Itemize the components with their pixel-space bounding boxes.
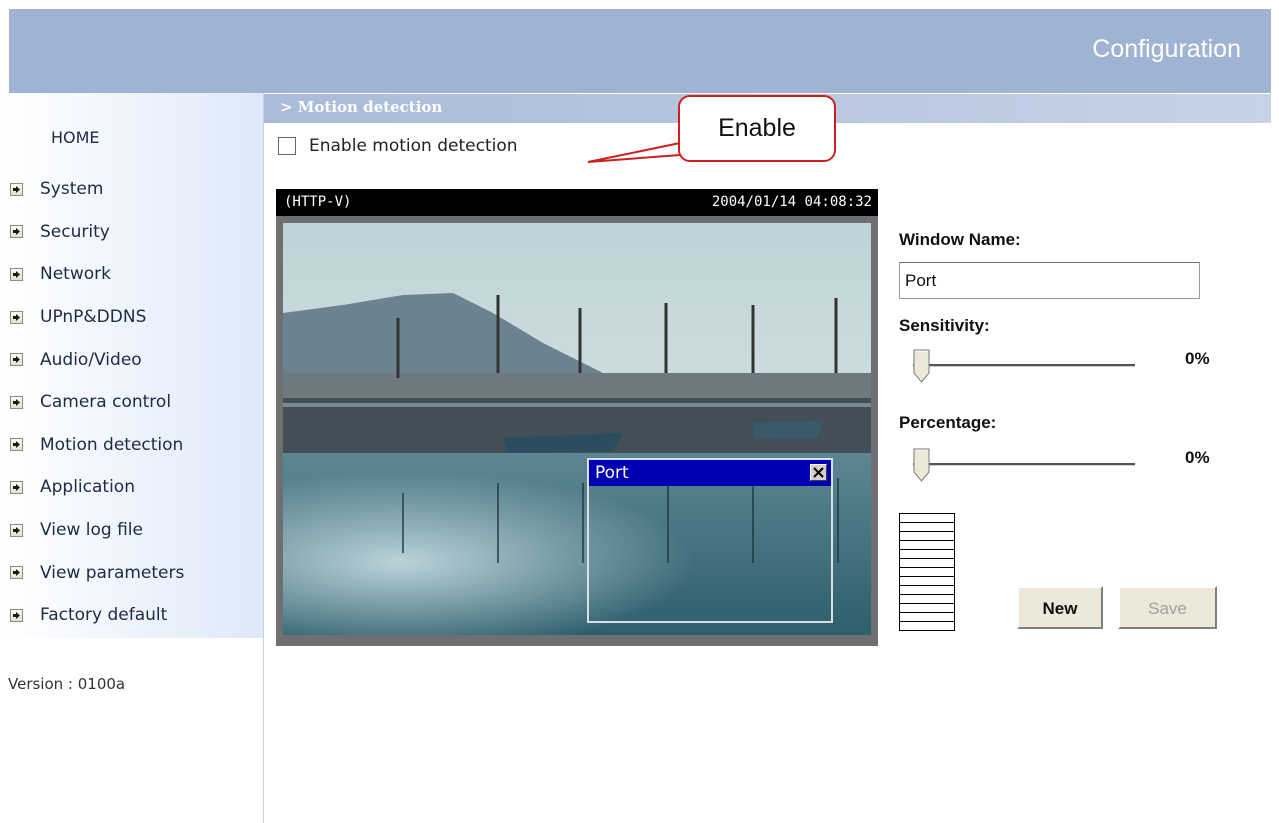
sidebar-divider — [263, 93, 264, 823]
motion-level-meter — [899, 513, 955, 631]
slider-thumb[interactable] — [913, 349, 930, 383]
annotation-callout: Enable — [678, 95, 836, 162]
top-margin — [0, 0, 1279, 9]
sidebar-item-label: View log file — [40, 520, 143, 541]
save-button[interactable]: Save — [1118, 586, 1217, 629]
sidebar-item-upnp-ddns[interactable]: UPnP&DDNS — [10, 296, 184, 339]
arrow-right-icon — [10, 182, 23, 196]
sidebar-item-label: Security — [40, 221, 110, 242]
sidebar-item-view-parameters[interactable]: View parameters — [10, 551, 184, 594]
sidebar-item-motion-detection[interactable]: Motion detection — [10, 424, 184, 467]
slider-track — [913, 463, 1135, 466]
callout-pointer — [587, 142, 681, 163]
sensitivity-value: 0% — [1185, 349, 1210, 368]
close-icon[interactable] — [810, 464, 827, 481]
sensitivity-label: Sensitivity: — [899, 316, 990, 335]
sidebar-item-label: View parameters — [40, 562, 185, 583]
sidebar-item-network[interactable]: Network — [10, 253, 184, 296]
arrow-right-icon — [10, 438, 23, 452]
video-status-bar: (HTTP-V) 2004/01/14 04:08:32 — [276, 189, 878, 216]
arrow-right-icon — [10, 566, 23, 580]
sidebar-item-application[interactable]: Application — [10, 466, 184, 509]
sidebar-item-label: UPnP&DDNS — [40, 307, 147, 328]
window-name-input[interactable] — [899, 262, 1200, 299]
stream-label: (HTTP-V) — [284, 194, 352, 210]
sidebar-item-label: Camera control — [40, 392, 172, 413]
new-button[interactable]: New — [1017, 586, 1103, 629]
breadcrumb: > Motion detection — [280, 98, 443, 116]
sensitivity-slider[interactable] — [913, 349, 1135, 383]
arrow-right-icon — [10, 608, 23, 622]
sidebar-item-camera-control[interactable]: Camera control — [10, 381, 184, 424]
sidebar-item-label: Network — [40, 264, 111, 285]
enable-motion-row[interactable]: Enable motion detection — [278, 136, 518, 156]
window-name-label: Window Name: — [899, 230, 1021, 249]
percentage-label: Percentage: — [899, 413, 997, 432]
motion-window-title: Port — [595, 463, 629, 483]
motion-window-title-bar[interactable]: Port — [589, 460, 831, 486]
slider-track — [913, 364, 1135, 367]
sidebar-item-view-log-file[interactable]: View log file — [10, 509, 184, 552]
sidebar-item-system[interactable]: System — [10, 168, 184, 211]
motion-window[interactable]: Port — [587, 458, 833, 623]
arrow-right-icon — [10, 353, 23, 367]
sidebar-menu: System Security Network UPnP&DDNS Audio/… — [10, 168, 184, 637]
arrow-right-icon — [10, 523, 23, 537]
sidebar-item-factory-default[interactable]: Factory default — [10, 594, 184, 637]
sidebar-item-label: System — [40, 179, 104, 200]
enable-motion-label: Enable motion detection — [309, 136, 518, 156]
slider-thumb[interactable] — [913, 448, 930, 482]
sidebar-item-label: Audio/Video — [40, 349, 142, 370]
arrow-right-icon — [10, 395, 23, 409]
version-text: Version : 0100a — [8, 675, 126, 693]
arrow-right-icon — [10, 310, 23, 324]
sidebar-item-audio-video[interactable]: Audio/Video — [10, 338, 184, 381]
sidebar-item-label: Application — [40, 477, 135, 498]
percentage-slider[interactable] — [913, 448, 1135, 482]
sidebar-item-security[interactable]: Security — [10, 211, 184, 254]
enable-motion-checkbox[interactable] — [278, 137, 296, 155]
home-link[interactable]: HOME — [51, 128, 100, 147]
sidebar-item-label: Motion detection — [40, 434, 184, 455]
percentage-value: 0% — [1185, 448, 1210, 467]
arrow-right-icon — [10, 267, 23, 281]
header-bar: Configuration — [9, 9, 1271, 93]
arrow-right-icon — [10, 480, 23, 494]
video-timestamp: 2004/01/14 04:08:32 — [711, 194, 872, 210]
sidebar-item-label: Factory default — [40, 605, 168, 626]
arrow-right-icon — [10, 225, 23, 239]
header-title: Configuration — [1092, 35, 1241, 63]
